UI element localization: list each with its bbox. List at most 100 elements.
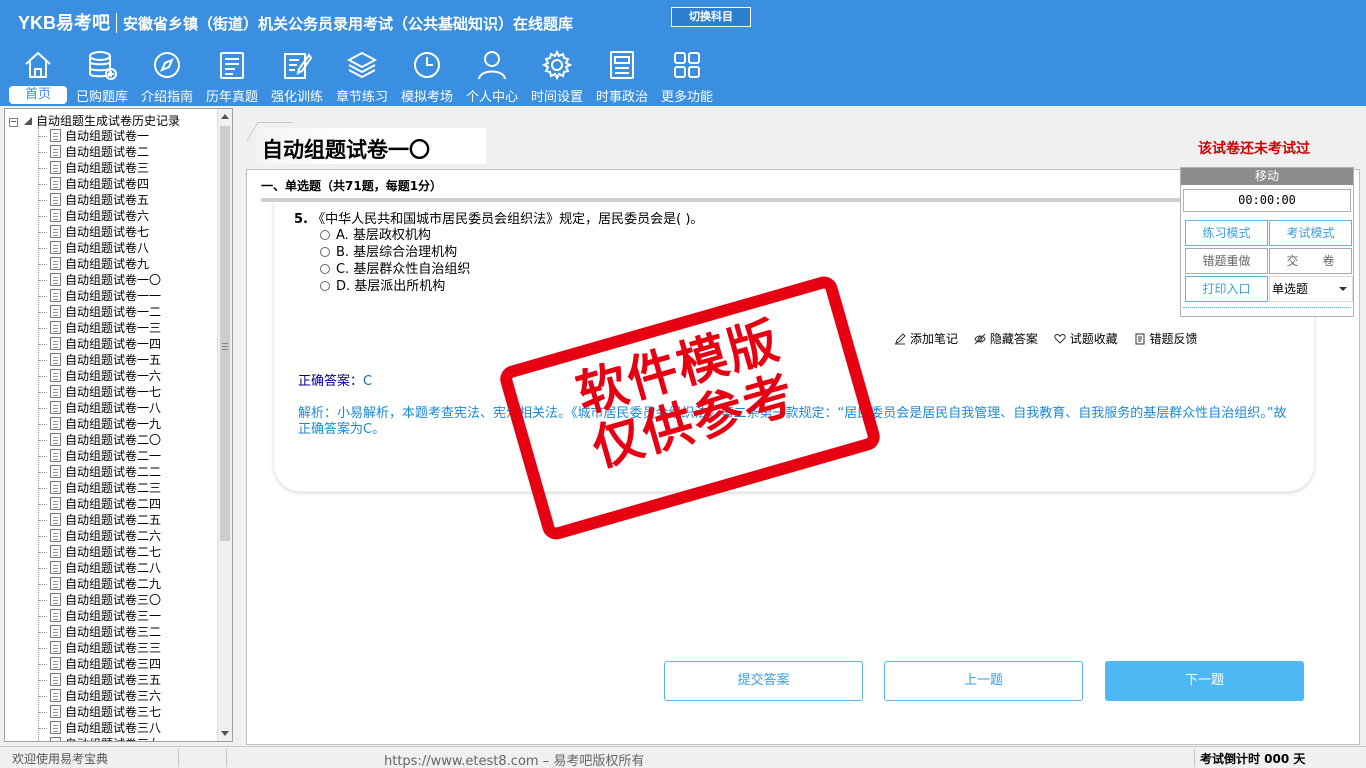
document-icon [50,529,61,542]
nav-personal-center[interactable]: 个人中心 [460,46,524,105]
gear-icon [541,49,573,81]
switch-subject-button[interactable]: 切换科目 [671,7,751,27]
newspaper-icon [610,51,634,79]
tree-item-label: 自动组题试卷五 [65,193,150,207]
document-icon [50,401,61,414]
document-icon [50,561,61,574]
document-icon [50,225,61,238]
document-icon [50,497,61,510]
pencil-icon [895,333,906,345]
tree-item-label: 自动组题试卷三九 [65,736,161,741]
redo-wrong-button[interactable]: 错题重做 [1185,248,1268,274]
nav-mock-exam[interactable]: 模拟考场 [395,46,459,105]
tree-item-label: 自动组题试卷四 [65,177,150,191]
error-feedback-button[interactable]: 错题反馈 [1134,330,1198,347]
document-icon [50,385,61,398]
submit-answer-button[interactable]: 提交答案 [664,661,863,701]
document-icon [50,593,61,606]
document-icon [50,353,61,366]
document-icon [50,145,61,158]
scroll-down-icon[interactable] [221,731,229,736]
layers-icon [346,51,378,79]
nav-guide[interactable]: 介绍指南 [135,46,199,105]
edit-icon [284,53,313,79]
document-icon [50,673,61,686]
scroll-up-icon[interactable] [221,114,229,119]
nav-past-exams[interactable]: 历年真题 [200,46,264,105]
document-icon [50,289,61,302]
document-icon [50,273,61,286]
hide-answer-button[interactable]: 隐藏答案 [974,330,1038,347]
add-note-button[interactable]: 添加笔记 [894,330,958,347]
exam-countdown: 考试倒计时 000 天 [1200,752,1306,766]
document-icon [50,321,61,334]
tree-item-label: 自动组题试卷一 [65,129,150,143]
tree-item-label: 自动组题试卷三一 [65,609,162,623]
option-d[interactable]: D. 基层派出所机构 [320,275,445,294]
tree-item-label: 自动组题试卷一三 [65,321,162,335]
exam-timer: 00:00:00 [1183,189,1351,212]
tree-scrollbar[interactable] [217,109,232,741]
question-actions: 添加笔记 隐藏答案 试题收藏 错题反馈 [894,330,1210,347]
radio-icon[interactable] [320,247,330,257]
nav-training[interactable]: 强化训练 [265,46,329,105]
radio-icon[interactable] [320,230,330,240]
tree-item-label: 自动组题试卷一四 [65,337,162,351]
radio-icon[interactable] [320,281,330,291]
home-icon [25,51,51,78]
next-question-button[interactable]: 下一题 [1105,661,1304,701]
favorite-question-button[interactable]: 试题收藏 [1053,330,1118,347]
tree-item-label: 自动组题试卷七 [65,225,150,239]
panel-move-handle[interactable]: 移动 [1181,168,1353,185]
tree-item-label: 自动组题试卷一八 [65,401,162,415]
tree-item-label: 自动组题试卷二 [65,145,150,159]
document-icon [50,193,61,206]
tree-item-label: 自动组题试卷三八 [65,721,162,735]
document-icon [50,433,61,446]
tree-item-label: 自动组题试卷一六 [65,369,162,383]
tree-scroll-thumb[interactable] [220,126,230,541]
database-icon [89,51,117,80]
user-icon [478,51,506,80]
collapse-icon[interactable]: − [9,118,18,127]
document-icon [50,209,61,222]
question-type-select[interactable]: 单选题 [1269,276,1353,302]
clock-icon [414,52,440,78]
document-icon [50,625,61,638]
status-welcome: 欢迎使用易考宝典 [12,752,109,766]
tree-item-label: 自动组题试卷二一 [65,449,162,463]
practice-mode-button[interactable]: 练习模式 [1185,220,1268,246]
document-icon [50,369,61,382]
document-icon [50,337,61,350]
checklist-icon [220,52,244,79]
document-icon [50,481,61,494]
print-entry-button[interactable]: 打印入口 [1185,276,1268,302]
document-icon [50,737,61,741]
tree-item-label: 自动组题试卷二三 [65,481,162,495]
tree-item-label: 自动组题试卷九 [65,257,150,271]
nav-home[interactable]: 首页 [6,46,70,104]
status-bar: 欢迎使用易考宝典 https://www.etest8.com – 易考吧版权所… [0,746,1366,768]
grid-icon [674,52,700,78]
tree-item-label: 自动组题试卷一〇 [65,273,162,287]
tree-item-label: 自动组题试卷三三 [65,641,162,655]
nav-purchased[interactable]: 已购题库 [70,46,134,105]
radio-icon[interactable] [320,264,330,274]
tree-item-label: 自动组题试卷三七 [65,705,162,719]
prev-question-button[interactable]: 上一题 [884,661,1083,701]
nav-current-affairs[interactable]: 时事政治 [590,46,654,105]
nav-chapter-practice[interactable]: 章节练习 [330,46,394,105]
compass-icon [154,52,180,78]
nav-more-functions[interactable]: 更多功能 [655,46,719,105]
exam-mode-button[interactable]: 考试模式 [1269,220,1352,246]
tree-item-label: 自动组题试卷二四 [65,497,162,511]
tree-item-label: 自动组题试卷六 [65,209,150,223]
document-icon [50,257,61,270]
tree-item-label: 自动组题试卷二八 [65,561,162,575]
document-icon [50,177,61,190]
document-icon [50,721,61,734]
hand-in-button[interactable]: 交 卷 [1269,248,1352,274]
nav-time-settings[interactable]: 时间设置 [525,46,589,105]
status-copyright: https://www.etest8.com – 易考吧版权所有 [384,754,645,768]
tree-root[interactable]: − 自动组题生成试卷历史记录 [9,112,180,129]
